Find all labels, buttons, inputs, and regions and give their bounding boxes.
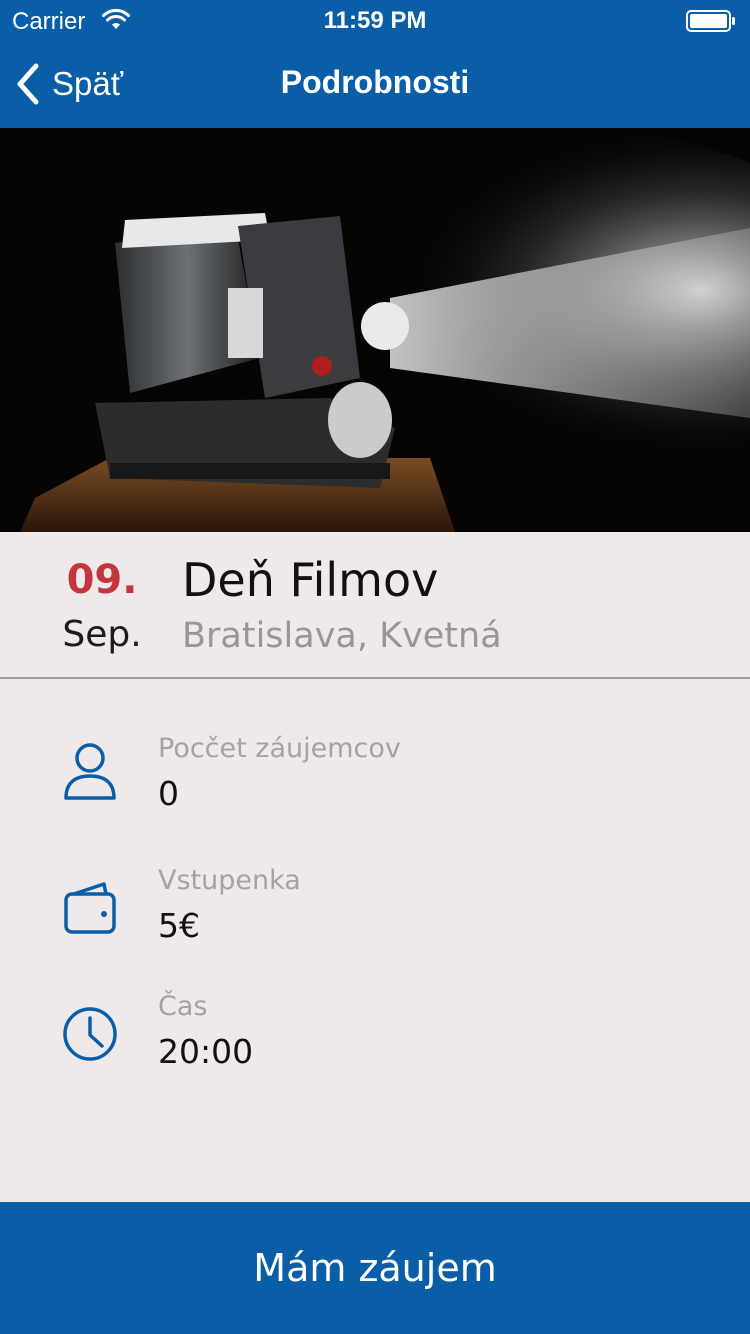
interested-count-row: Pocčet záujemcov 0 bbox=[0, 732, 750, 842]
person-icon bbox=[64, 743, 116, 800]
wallet-icon bbox=[64, 882, 116, 934]
event-image bbox=[0, 128, 750, 532]
battery-icon bbox=[686, 10, 735, 32]
event-date: 09. Sep. bbox=[40, 552, 164, 660]
clock-time: 11:59 PM bbox=[323, 7, 427, 34]
time-label: Čas bbox=[158, 991, 208, 1022]
event-month: Sep. bbox=[62, 614, 142, 655]
status-bar: Carrier 11:59 PM bbox=[0, 0, 750, 40]
interested-button[interactable]: Mám záujem bbox=[0, 1202, 750, 1334]
projector-image bbox=[0, 128, 750, 532]
time-row: Čas 20:00 bbox=[0, 990, 750, 1100]
navigation-bar: Späť Podrobnosti bbox=[0, 40, 750, 128]
interested-count-value: 0 bbox=[158, 774, 179, 813]
event-header: 09. Sep. Deň Filmov Bratislava, Kvetná bbox=[0, 532, 750, 679]
event-location: Bratislava, Kvetná bbox=[182, 616, 502, 656]
event-day: 09. bbox=[66, 557, 138, 603]
event-title: Deň Filmov bbox=[182, 553, 439, 607]
ticket-value: 5€ bbox=[158, 906, 200, 945]
interested-count-label: Pocčet záujemcov bbox=[158, 733, 401, 764]
time-value: 20:00 bbox=[158, 1032, 254, 1071]
ticket-row: Vstupenka 5€ bbox=[0, 864, 750, 974]
ticket-label: Vstupenka bbox=[158, 865, 301, 896]
page-title: Podrobnosti bbox=[280, 64, 470, 100]
clock-icon bbox=[63, 1007, 117, 1061]
